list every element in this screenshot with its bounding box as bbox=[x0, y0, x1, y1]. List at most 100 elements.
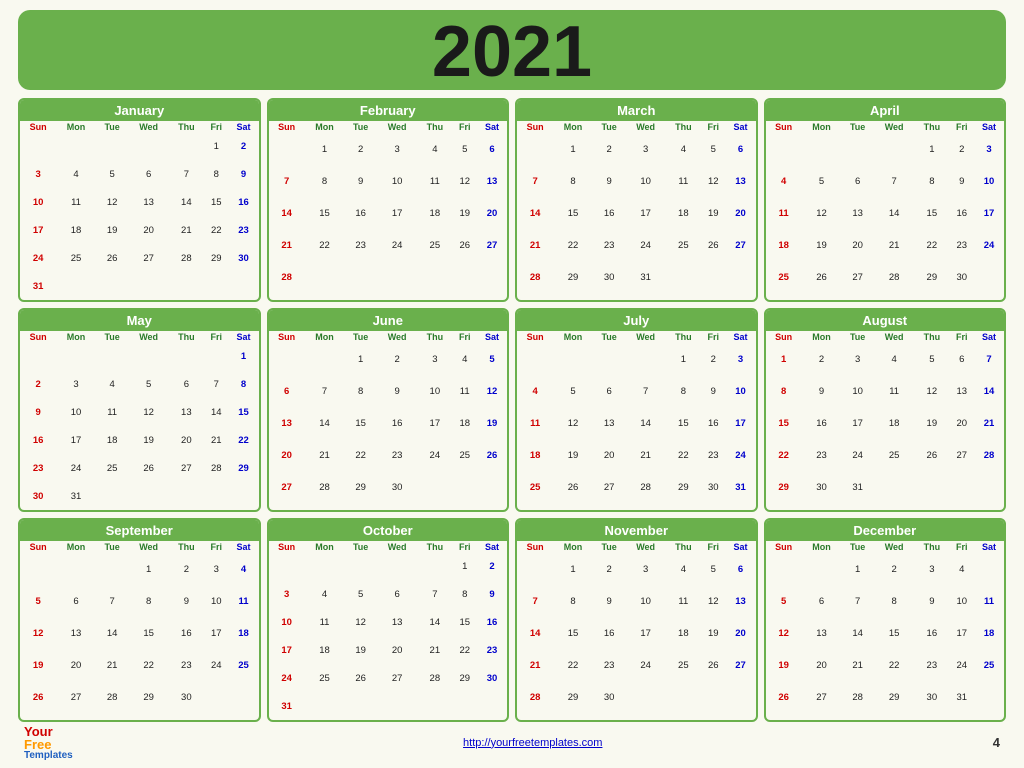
month-block-february: FebruarySunMonTueWedThuFriSat12345678910… bbox=[267, 98, 510, 302]
day-cell: 13 bbox=[377, 609, 417, 637]
day-cell bbox=[344, 261, 377, 293]
footer-page: 4 bbox=[993, 735, 1000, 750]
day-cell: 12 bbox=[701, 585, 726, 617]
day-cell: 10 bbox=[204, 585, 229, 617]
day-header-tue: Tue bbox=[344, 541, 377, 553]
day-header-thu: Thu bbox=[666, 541, 701, 553]
table-row: 16171819202122 bbox=[20, 426, 259, 454]
day-cell: 16 bbox=[949, 197, 974, 229]
day-cell bbox=[874, 713, 914, 720]
day-cell bbox=[666, 503, 701, 510]
day-cell: 13 bbox=[802, 617, 841, 649]
day-cell: 9 bbox=[229, 161, 259, 189]
day-cell: 25 bbox=[517, 471, 553, 503]
logo: Your Free Templates bbox=[24, 725, 73, 761]
month-block-september: SeptemberSunMonTueWedThuFriSat1234567891… bbox=[18, 518, 261, 722]
day-cell: 21 bbox=[417, 636, 452, 664]
day-cell bbox=[766, 293, 802, 300]
day-cell: 19 bbox=[766, 649, 802, 681]
table-row: 282930 bbox=[517, 681, 756, 713]
month-table-january: SunMonTueWedThuFriSat1234567891011121314… bbox=[20, 121, 259, 300]
day-cell bbox=[129, 482, 169, 510]
day-header-mon: Mon bbox=[802, 121, 841, 133]
day-header-thu: Thu bbox=[417, 541, 452, 553]
day-cell bbox=[20, 133, 56, 161]
day-cell: 15 bbox=[344, 407, 377, 439]
day-cell: 4 bbox=[666, 133, 701, 165]
day-cell bbox=[874, 471, 914, 503]
day-cell bbox=[269, 553, 305, 581]
table-row bbox=[517, 293, 756, 300]
day-cell bbox=[305, 261, 344, 293]
day-header-thu: Thu bbox=[666, 331, 701, 343]
day-cell bbox=[417, 692, 452, 720]
day-cell: 30 bbox=[593, 681, 626, 713]
day-cell: 12 bbox=[96, 189, 129, 217]
day-cell bbox=[517, 133, 553, 165]
day-cell: 27 bbox=[593, 471, 626, 503]
day-cell bbox=[417, 553, 452, 581]
table-row: 22232425262728 bbox=[766, 439, 1005, 471]
day-cell bbox=[949, 471, 974, 503]
day-cell: 29 bbox=[766, 471, 802, 503]
day-cell: 4 bbox=[766, 165, 802, 197]
day-cell: 3 bbox=[56, 371, 95, 399]
day-cell: 16 bbox=[701, 407, 726, 439]
day-cell: 9 bbox=[477, 581, 507, 609]
day-header-fri: Fri bbox=[204, 541, 229, 553]
day-cell: 20 bbox=[949, 407, 974, 439]
day-cell: 24 bbox=[56, 454, 95, 482]
footer-link[interactable]: http://yourfreetemplates.com bbox=[463, 737, 602, 749]
day-cell: 11 bbox=[874, 375, 914, 407]
day-header-thu: Thu bbox=[169, 121, 204, 133]
logo-templates: Templates bbox=[24, 751, 73, 761]
day-cell: 20 bbox=[169, 426, 204, 454]
day-cell: 7 bbox=[841, 585, 874, 617]
day-cell: 23 bbox=[914, 649, 949, 681]
day-cell: 8 bbox=[229, 371, 259, 399]
day-cell bbox=[974, 261, 1004, 293]
day-header-wed: Wed bbox=[874, 331, 914, 343]
day-cell bbox=[452, 471, 477, 503]
day-cell: 11 bbox=[766, 197, 802, 229]
day-cell: 21 bbox=[517, 649, 553, 681]
day-header-wed: Wed bbox=[129, 541, 169, 553]
day-cell bbox=[974, 681, 1004, 713]
day-cell: 21 bbox=[96, 649, 129, 681]
day-cell bbox=[553, 503, 592, 510]
day-cell: 15 bbox=[874, 617, 914, 649]
day-cell: 17 bbox=[841, 407, 874, 439]
day-header-tue: Tue bbox=[841, 541, 874, 553]
day-cell bbox=[477, 261, 507, 293]
day-cell: 20 bbox=[593, 439, 626, 471]
day-cell: 1 bbox=[553, 553, 592, 585]
day-cell: 15 bbox=[305, 197, 344, 229]
day-cell: 9 bbox=[593, 585, 626, 617]
day-cell bbox=[626, 503, 666, 510]
day-cell: 2 bbox=[344, 133, 377, 165]
day-header-wed: Wed bbox=[377, 121, 417, 133]
day-cell: 9 bbox=[593, 165, 626, 197]
day-cell bbox=[477, 293, 507, 300]
day-cell: 29 bbox=[344, 471, 377, 503]
table-row: 1234 bbox=[20, 553, 259, 585]
day-cell: 4 bbox=[452, 343, 477, 375]
day-header-thu: Thu bbox=[169, 331, 204, 343]
day-cell: 26 bbox=[553, 471, 592, 503]
day-cell: 16 bbox=[169, 617, 204, 649]
day-cell: 11 bbox=[666, 585, 701, 617]
day-cell: 27 bbox=[841, 261, 874, 293]
day-cell: 6 bbox=[377, 581, 417, 609]
day-cell: 28 bbox=[517, 681, 553, 713]
day-header-fri: Fri bbox=[949, 331, 974, 343]
day-cell bbox=[949, 713, 974, 720]
day-cell: 21 bbox=[626, 439, 666, 471]
day-cell bbox=[204, 713, 229, 720]
table-row: 20212223242526 bbox=[269, 439, 508, 471]
day-cell: 10 bbox=[56, 399, 95, 427]
day-cell bbox=[802, 133, 841, 165]
day-cell: 22 bbox=[344, 439, 377, 471]
day-cell: 11 bbox=[666, 165, 701, 197]
table-row: 17181920212223 bbox=[269, 636, 508, 664]
day-cell: 14 bbox=[204, 399, 229, 427]
